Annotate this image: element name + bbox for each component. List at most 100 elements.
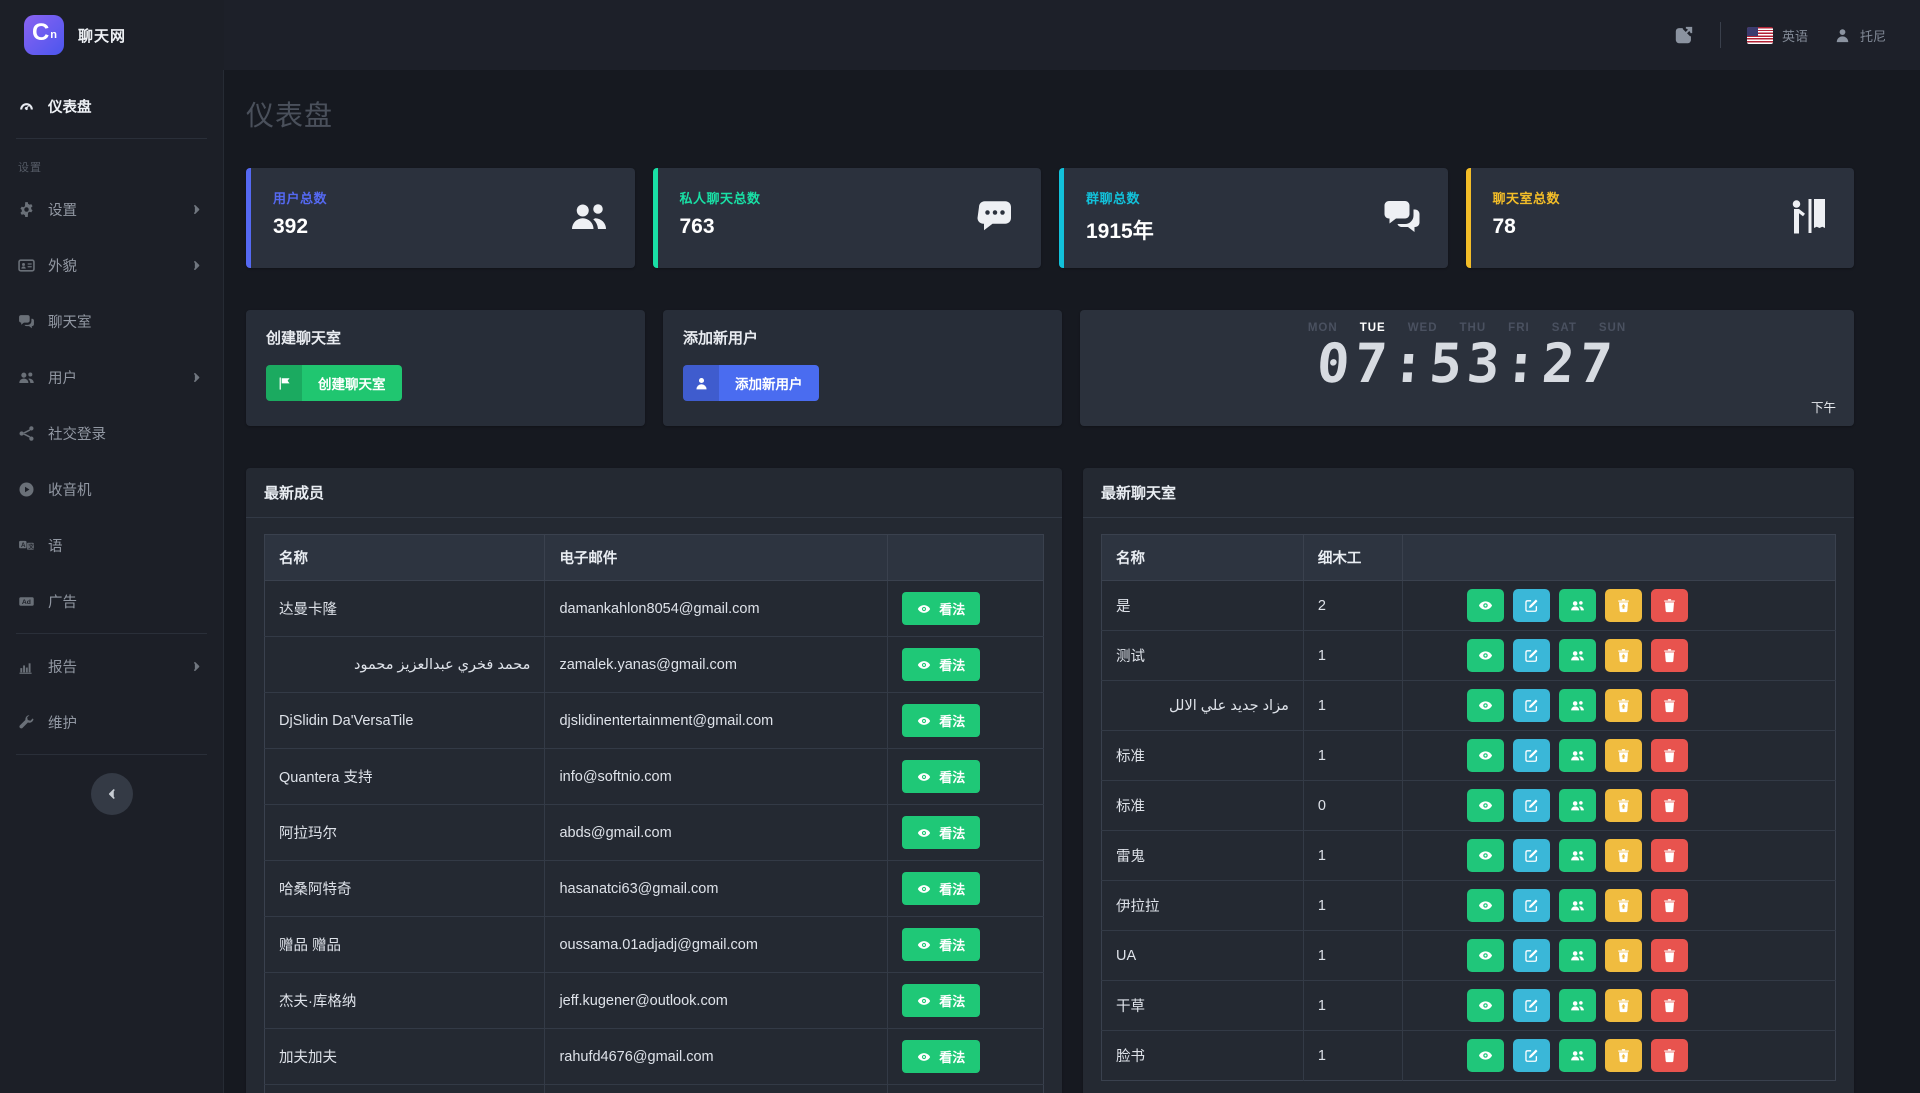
edit-room-button[interactable] <box>1513 839 1550 872</box>
view-button[interactable]: 看法 <box>902 704 980 737</box>
sidebar-item-share[interactable]: 社交登录 <box>0 405 223 461</box>
edit-room-button[interactable] <box>1513 789 1550 822</box>
view-room-button[interactable] <box>1467 589 1504 622</box>
gauge-icon <box>18 98 35 115</box>
delete-room-button[interactable] <box>1651 1039 1688 1072</box>
view-room-button[interactable] <box>1467 639 1504 672</box>
edit-room-button[interactable] <box>1513 989 1550 1022</box>
sidebar-item-language[interactable]: A文语 <box>0 517 223 573</box>
edit-room-button[interactable] <box>1513 689 1550 722</box>
add-user-button[interactable]: 添加新用户 <box>683 365 819 401</box>
restore-room-button[interactable] <box>1605 589 1642 622</box>
room-actions <box>1402 631 1835 681</box>
sidebar-collapse-button[interactable] <box>91 773 133 815</box>
delete-room-button[interactable] <box>1651 739 1688 772</box>
sidebar-item-wrench[interactable]: 维护 <box>0 694 223 750</box>
room-members-button[interactable] <box>1559 739 1596 772</box>
sidebar-item-play-circle[interactable]: 收音机 <box>0 461 223 517</box>
edit-room-button[interactable] <box>1513 589 1550 622</box>
room-members-button[interactable] <box>1559 589 1596 622</box>
view-room-button[interactable] <box>1467 689 1504 722</box>
user-menu[interactable]: 托尼 <box>1834 26 1886 45</box>
eye-icon <box>917 882 931 896</box>
member-row: 杰夫·库格纳jeff.kugener@outlook.com看法 <box>265 973 1044 1029</box>
restore-room-button[interactable] <box>1605 739 1642 772</box>
members-col-actions <box>888 535 1044 581</box>
edit-room-button[interactable] <box>1513 939 1550 972</box>
delete-room-button[interactable] <box>1651 639 1688 672</box>
edit-room-button[interactable] <box>1513 889 1550 922</box>
edit-icon <box>1524 948 1539 963</box>
view-room-button[interactable] <box>1467 839 1504 872</box>
member-row: 赠品 赠品oussama.01adjadj@gmail.com看法 <box>265 917 1044 973</box>
sidebar-item-comments[interactable]: 聊天室 <box>0 293 223 349</box>
language-selector[interactable]: 英语 <box>1747 26 1808 45</box>
restore-room-button[interactable] <box>1605 789 1642 822</box>
room-members-button[interactable] <box>1559 889 1596 922</box>
sidebar-item-gear[interactable]: 设置 <box>0 181 223 237</box>
view-room-button[interactable] <box>1467 889 1504 922</box>
restore-room-button[interactable] <box>1605 689 1642 722</box>
restore-room-button[interactable] <box>1605 839 1642 872</box>
sidebar-item-chart[interactable]: 报告 <box>0 638 223 694</box>
delete-room-button[interactable] <box>1651 839 1688 872</box>
restore-room-button[interactable] <box>1605 639 1642 672</box>
view-button[interactable]: 看法 <box>902 1040 980 1073</box>
view-room-button[interactable] <box>1467 739 1504 772</box>
room-members-button[interactable] <box>1559 1039 1596 1072</box>
brand[interactable]: C n 聊天网 <box>0 0 224 70</box>
sidebar-item-label: 设置 <box>48 199 77 220</box>
view-button-label: 看法 <box>939 879 965 898</box>
restore-room-button[interactable] <box>1605 989 1642 1022</box>
room-members-button[interactable] <box>1559 989 1596 1022</box>
delete-room-button[interactable] <box>1651 989 1688 1022</box>
delete-room-button[interactable] <box>1651 939 1688 972</box>
member-email: hasanatci63@gmail.com <box>545 861 888 917</box>
restore-room-button[interactable] <box>1605 939 1642 972</box>
chevron-right-icon <box>190 259 203 272</box>
sidebar-item-ad[interactable]: Ad广告 <box>0 573 223 629</box>
view-button[interactable]: 看法 <box>902 928 980 961</box>
room-actions <box>1402 831 1835 881</box>
room-name: 测试 <box>1102 631 1304 681</box>
view-room-button[interactable] <box>1467 989 1504 1022</box>
view-room-button[interactable] <box>1467 939 1504 972</box>
room-members-button[interactable] <box>1559 689 1596 722</box>
room-members-button[interactable] <box>1559 639 1596 672</box>
room-members-button[interactable] <box>1559 939 1596 972</box>
sidebar-item-users[interactable]: 用户 <box>0 349 223 405</box>
external-link-icon[interactable] <box>1674 25 1694 45</box>
view-button[interactable]: 看法 <box>902 592 980 625</box>
sidebar-item-label: 语 <box>48 535 63 556</box>
svg-text:文: 文 <box>28 542 34 550</box>
delete-room-button[interactable] <box>1651 889 1688 922</box>
view-button[interactable]: 看法 <box>902 760 980 793</box>
member-email: oussama.01adjadj@gmail.com <box>545 917 888 973</box>
sidebar-item-address-card[interactable]: 外貌 <box>0 237 223 293</box>
trash-restore-icon <box>1616 598 1631 613</box>
view-room-button[interactable] <box>1467 1039 1504 1072</box>
sidebar-item-dashboard[interactable]: 仪表盘 <box>0 78 223 134</box>
delete-room-button[interactable] <box>1651 589 1688 622</box>
room-members-button[interactable] <box>1559 789 1596 822</box>
view-button[interactable]: 看法 <box>902 872 980 905</box>
restore-room-button[interactable] <box>1605 1039 1642 1072</box>
users-icon <box>1570 648 1585 663</box>
create-room-button[interactable]: 创建聊天室 <box>266 365 402 401</box>
edit-room-button[interactable] <box>1513 1039 1550 1072</box>
eye-icon <box>1478 998 1493 1013</box>
member-name: dsfklfmk lksmdlksdmf <box>265 1085 545 1093</box>
edit-room-button[interactable] <box>1513 739 1550 772</box>
view-button[interactable]: 看法 <box>902 984 980 1017</box>
view-button[interactable]: 看法 <box>902 648 980 681</box>
edit-room-button[interactable] <box>1513 639 1550 672</box>
comments-icon <box>1382 196 1422 236</box>
eye-icon <box>1478 898 1493 913</box>
view-room-button[interactable] <box>1467 789 1504 822</box>
room-members-button[interactable] <box>1559 839 1596 872</box>
restore-room-button[interactable] <box>1605 889 1642 922</box>
delete-room-button[interactable] <box>1651 789 1688 822</box>
view-button[interactable]: 看法 <box>902 816 980 849</box>
delete-room-button[interactable] <box>1651 689 1688 722</box>
sidebar-section-label: 设置 <box>0 143 223 181</box>
